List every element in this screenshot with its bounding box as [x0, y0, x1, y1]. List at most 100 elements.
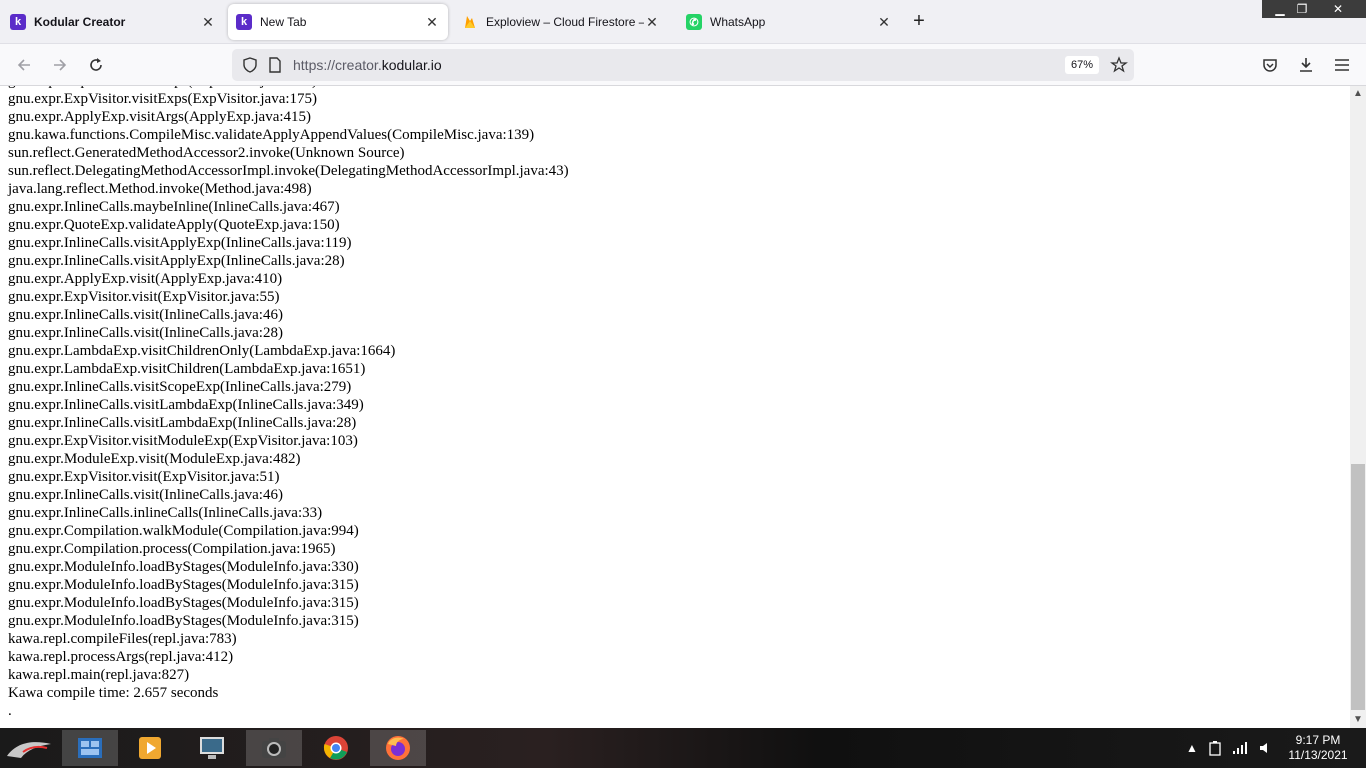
task-view-icon [78, 738, 102, 758]
back-button[interactable] [12, 53, 36, 77]
tab-whatsapp[interactable]: ✆ WhatsApp ✕ [678, 4, 900, 40]
log-line: gnu.expr.LambdaExp.visitChildrenOnly(Lam… [8, 343, 396, 359]
taskbar-clock[interactable]: 9:17 PM 11/13/2021 [1278, 733, 1358, 763]
taskbar-monitor[interactable] [184, 730, 240, 766]
reload-icon [90, 58, 102, 71]
kodular-icon: k [236, 14, 252, 30]
log-line: gnu.expr.ModuleInfo.loadByStages(ModuleI… [8, 613, 359, 629]
address-bar[interactable]: https://creator.kodular.io 67% [232, 49, 1134, 81]
log-line: gnu.kawa.functions.CompileMisc.validateA… [8, 127, 535, 143]
rog-start-button[interactable] [0, 730, 58, 766]
taskbar-task-view[interactable] [62, 730, 118, 766]
log-line: gnu.expr.ModuleInfo.loadByStages(ModuleI… [8, 595, 359, 611]
taskbar-chrome[interactable] [308, 730, 364, 766]
log-line: sun.reflect.DelegatingMethodAccessorImpl… [8, 163, 569, 179]
taskbar-media-player[interactable] [122, 730, 178, 766]
tab-exploview-firestore[interactable]: Exploview – Cloud Firestore – Fi ✕ [454, 4, 668, 40]
whatsapp-icon: ✆ [686, 14, 702, 30]
close-icon[interactable]: ✕ [644, 14, 660, 31]
log-line: gnu.expr.ExpVisitor.visit(ExpVisitor.jav… [8, 469, 280, 485]
firebase-icon [462, 14, 478, 30]
monitor-icon [200, 737, 224, 759]
taskbar-camera[interactable] [246, 730, 302, 766]
tab-label: Exploview – Cloud Firestore – Fi [486, 15, 644, 29]
log-line: sun.reflect.GeneratedMethodAccessor2.inv… [8, 145, 405, 161]
windows-taskbar: ▲ [0, 728, 1366, 768]
tab-label: New Tab [260, 15, 307, 29]
tab-new-tab[interactable]: k New Tab ✕ [228, 4, 448, 40]
log-line: gnu.expr.InlineCalls.inlineCalls(InlineC… [8, 505, 323, 521]
hamburger-menu-icon [1335, 59, 1349, 71]
log-line: kawa.repl.main(repl.java:827) [8, 667, 190, 683]
kodular-icon: k [10, 14, 26, 30]
scroll-up-arrow-icon[interactable]: ▲ [1350, 86, 1366, 102]
log-line: gnu.expr.QuoteExp.validateApply(QuoteExp… [8, 217, 340, 233]
restore-button[interactable]: ❐ [1284, 0, 1320, 18]
zoom-level-badge[interactable]: 67% [1065, 56, 1099, 74]
volume-icon[interactable] [1258, 728, 1274, 768]
log-line: gnu.expr.ExpVisitor.visitModuleExp(ExpVi… [8, 433, 358, 449]
download-icon [1300, 58, 1312, 72]
clock-time: 9:17 PM [1295, 733, 1341, 747]
log-line: gnu.expr.InlineCalls.visitLambdaExp(Inli… [8, 415, 357, 431]
log-line: java.lang.reflect.Method.invoke(Method.j… [8, 181, 312, 197]
log-line: gnu.expr.InlineCalls.visitScopeExp(Inlin… [8, 379, 352, 395]
close-icon[interactable]: ✕ [424, 14, 440, 31]
log-line: gnu.expr.ApplyExp.visit(ApplyExp.java:41… [8, 271, 283, 287]
log-line: gnu.expr.ModuleExp.visit(ModuleExp.java:… [8, 451, 301, 467]
bookmark-star-icon[interactable] [1110, 56, 1128, 74]
clock-date: 11/13/2021 [1288, 748, 1348, 762]
battery-icon[interactable] [1208, 728, 1222, 768]
firefox-icon [386, 736, 410, 760]
forward-arrow-icon [54, 59, 67, 71]
nav-toolbar: https://creator.kodular.io 67% [0, 44, 1366, 86]
log-line: gnu.expr.InlineCalls.visitLambdaExp(Inli… [8, 397, 364, 413]
log-line: gnu.expr.ApplyExp.visitArgs(ApplyExp.jav… [8, 109, 312, 125]
url-text[interactable]: https://creator.kodular.io [293, 57, 442, 73]
show-hidden-icons-button[interactable]: ▲ [1186, 728, 1198, 768]
shield-icon[interactable] [242, 57, 258, 73]
reload-button[interactable] [84, 53, 108, 77]
back-arrow-icon [17, 59, 30, 71]
scrollbar-thumb[interactable] [1351, 464, 1365, 710]
log-line: kawa.repl.compileFiles(repl.java:783) [8, 631, 237, 647]
log-line: gnu.expr.ExpVisitor.visit(ExpVisitor.jav… [8, 289, 280, 305]
close-icon[interactable]: ✕ [200, 14, 216, 31]
tab-label: Kodular Creator [34, 15, 126, 29]
scroll-down-arrow-icon[interactable]: ▼ [1350, 712, 1366, 728]
forward-button[interactable] [48, 53, 72, 77]
close-window-button[interactable]: ✕ [1320, 0, 1356, 18]
tab-strip: k Kodular Creator ✕ k New Tab ✕ Explovie… [0, 0, 1366, 44]
log-line: gnu.expr.ModuleInfo.loadByStages(ModuleI… [8, 559, 359, 575]
url-scheme: https://creator. [293, 57, 382, 73]
log-line: . [8, 703, 12, 719]
log-line: gnu.expr.LambdaExp.visitChildren(LambdaE… [8, 361, 366, 377]
log-line: gnu.expr.InlineCalls.visit(InlineCalls.j… [8, 325, 283, 341]
taskbar-firefox[interactable] [370, 730, 426, 766]
page-content: gnu.expr.ExpVisitor.visitExps(ExpVisitor… [0, 86, 1350, 728]
pocket-button[interactable] [1258, 53, 1282, 77]
close-icon[interactable]: ✕ [876, 14, 892, 31]
chrome-icon [323, 736, 348, 760]
log-line: kawa.repl.processArgs(repl.java:412) [8, 649, 234, 665]
log-line: gnu.expr.ModuleInfo.loadByStages(ModuleI… [8, 577, 359, 593]
log-line: gnu.expr.InlineCalls.maybeInline(InlineC… [8, 199, 340, 215]
network-signal-icon[interactable] [1232, 728, 1248, 768]
log-line: gnu.expr.ExpVisitor.visitExps(ExpVisitor… [8, 91, 318, 107]
url-host: kodular.io [381, 57, 442, 73]
new-tab-button[interactable]: + [908, 11, 930, 33]
camera-icon [262, 738, 286, 758]
log-line: gnu.expr.InlineCalls.visit(InlineCalls.j… [8, 487, 283, 503]
log-line: gnu.expr.InlineCalls.visitApplyExp(Inlin… [8, 235, 352, 251]
downloads-button[interactable] [1294, 53, 1318, 77]
tab-label: WhatsApp [710, 15, 766, 29]
log-line: Kawa compile time: 2.657 seconds [8, 685, 219, 701]
log-line: gnu.expr.Compilation.process(Compilation… [8, 541, 336, 557]
menu-button[interactable] [1330, 53, 1354, 77]
media-player-icon [139, 737, 161, 759]
compile-log: gnu.expr.ExpVisitor.visitExps(ExpVisitor… [8, 86, 569, 720]
page-icon[interactable] [268, 57, 282, 73]
log-line: gnu.expr.InlineCalls.visitApplyExp(Inlin… [8, 253, 345, 269]
rog-icon [7, 742, 51, 758]
tab-kodular-creator[interactable]: k Kodular Creator ✕ [2, 4, 224, 40]
